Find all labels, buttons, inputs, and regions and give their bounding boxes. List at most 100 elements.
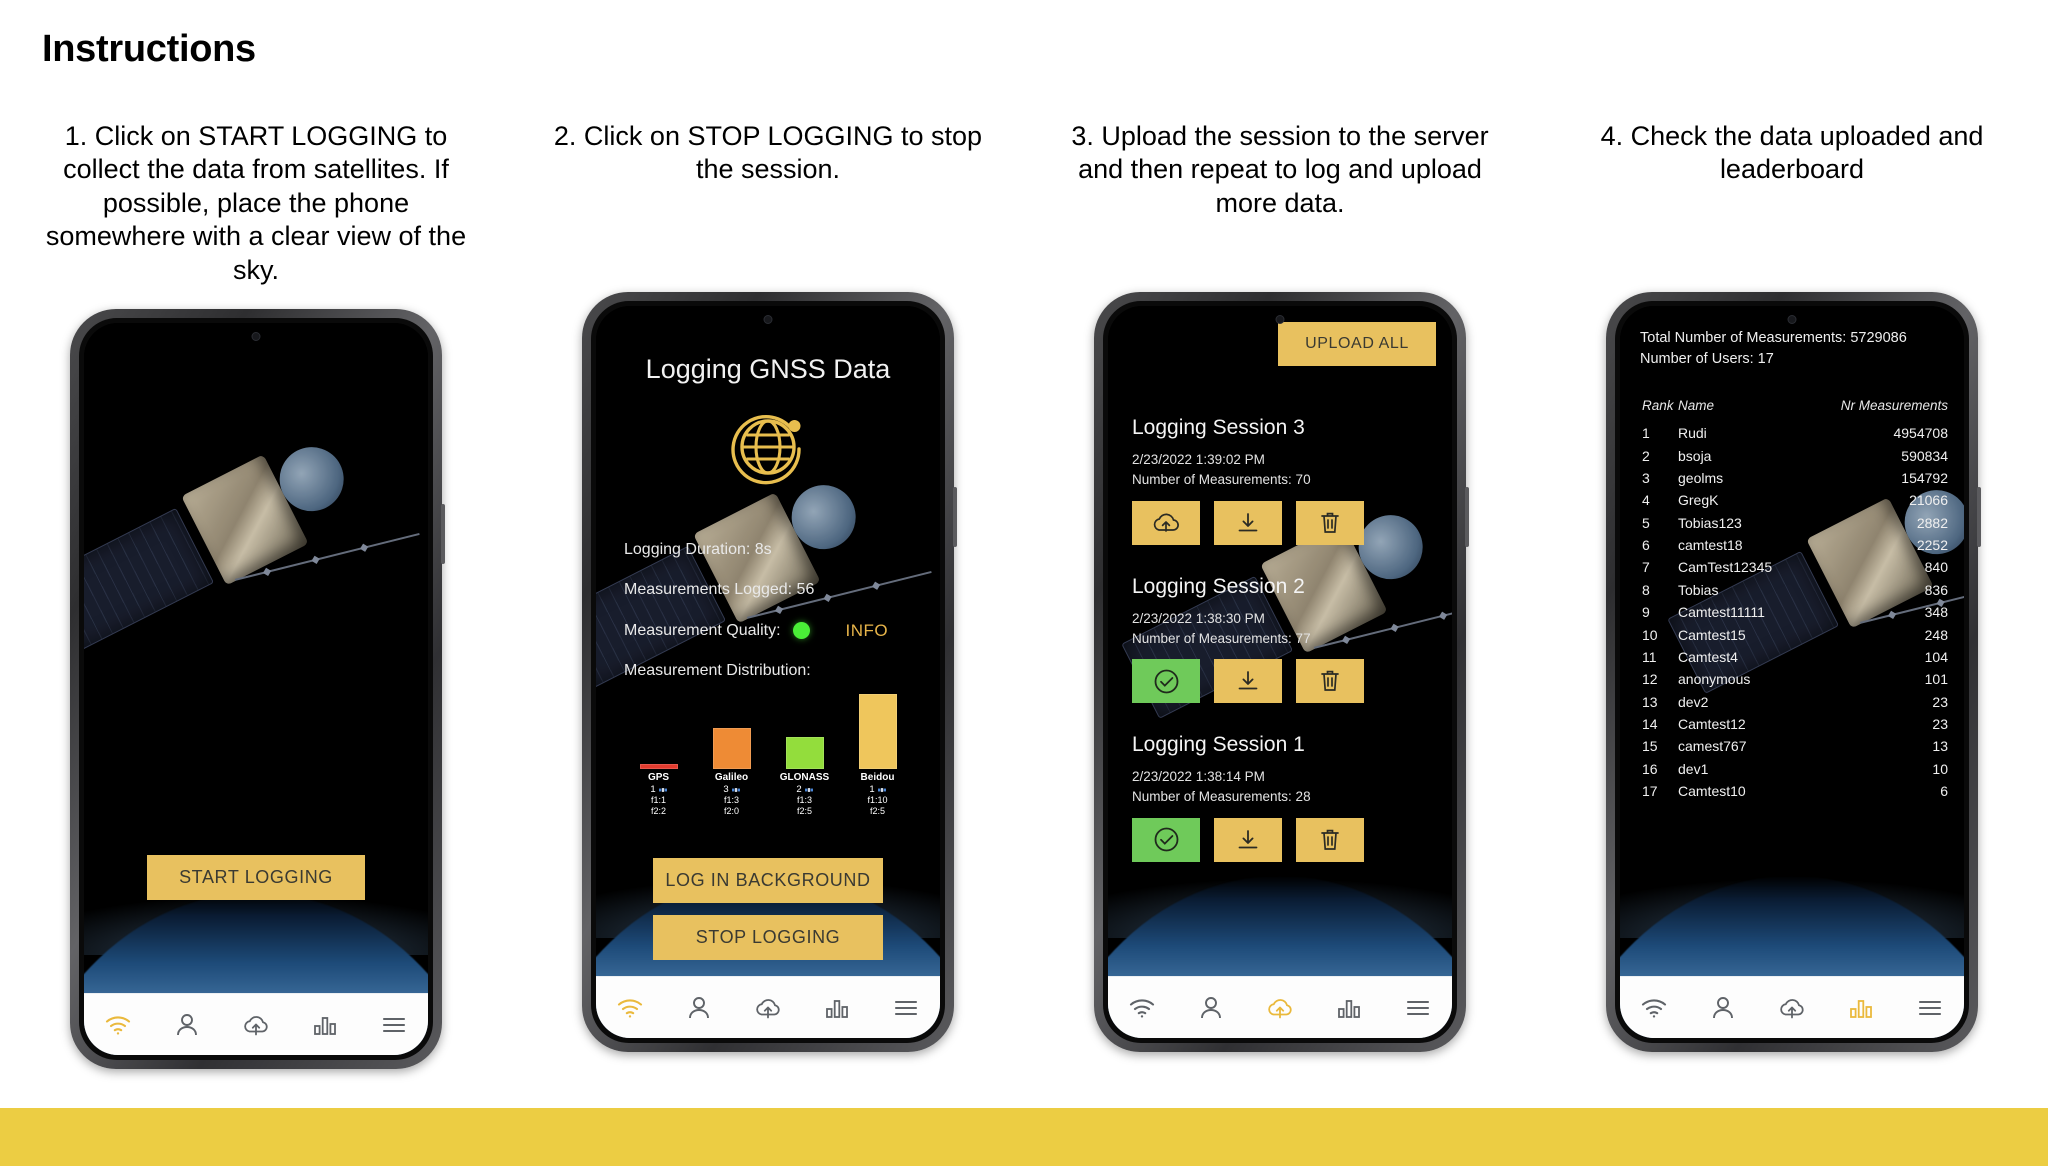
- chart-bar: [785, 737, 824, 770]
- leaderboard-row: 16 dev1 10: [1642, 758, 1948, 780]
- phone-mockup-4: Total Number of Measurements: 5729086 Nu…: [1606, 292, 1981, 1052]
- nav-menu-icon[interactable]: [1395, 988, 1441, 1028]
- chart-frequency-labels: f1:3 f2:5: [796, 795, 812, 816]
- session-title: Logging Session 3: [1132, 416, 1305, 439]
- front-camera-icon: [763, 315, 773, 324]
- chart-bar: [712, 728, 751, 770]
- logging-stats: Logging Duration: 8s Measurements Logged…: [624, 542, 888, 703]
- nav-bar-chart-icon[interactable]: [814, 988, 860, 1028]
- leaderboard-table: Rank Name Nr Measurements 1 Rudi 4954708 2 b…: [1642, 398, 1948, 802]
- leaderboard-body: 1 Rudi 4954708 2 bsoja 590834 3 geolms 154792 4 Gr…: [1642, 422, 1948, 802]
- nav-menu-icon[interactable]: [883, 988, 929, 1028]
- nav-person-icon[interactable]: [676, 988, 722, 1028]
- bottom-navigation-2: [596, 976, 940, 1038]
- session-delete-button[interactable]: [1296, 500, 1364, 545]
- leaderboard-count: 10: [1932, 760, 1948, 777]
- logging-session-item: Logging Session 3 2/23/2022 1:39:02 PM Num…: [1132, 416, 1438, 545]
- session-download-button[interactable]: [1214, 659, 1282, 703]
- measurement-distribution-chart: GPS 1 f1:1 f2:2 Galileo 3 f1:3 f2:0 GLONASS 2 f1:3…: [622, 690, 914, 816]
- chart-bar-group: Beidou 1 f1:10 f2:5: [847, 694, 909, 816]
- nav-person-icon[interactable]: [1188, 988, 1234, 1028]
- leaderboard-rank: 10: [1642, 626, 1658, 643]
- leaderboard-row: 6 camtest18 2252: [1642, 534, 1948, 556]
- session-upload-button[interactable]: [1132, 500, 1200, 545]
- session-delete-button[interactable]: [1296, 659, 1364, 703]
- phone-2-screen: Logging GNSS Data Logging Duration: 8s M…: [596, 306, 940, 1038]
- leaderboard-row: 15 camest767 13: [1642, 735, 1948, 757]
- total-measurements-label: Total Number of Measurements: 5729086: [1640, 330, 1907, 346]
- leaderboard-name: Camtest10: [1678, 783, 1746, 800]
- leaderboard-rank: 11: [1642, 648, 1657, 665]
- start-logging-button[interactable]: START LOGGING: [147, 855, 365, 901]
- leaderboard-row: 7 CamTest12345 840: [1642, 556, 1948, 578]
- nav-wifi-icon[interactable]: [607, 988, 653, 1028]
- step-4-text: 4. Check the data uploaded and leaderboa…: [1600, 121, 1984, 185]
- leaderboard-count: 840: [1924, 559, 1948, 576]
- leaderboard-rank: 16: [1642, 760, 1658, 777]
- stop-logging-button[interactable]: STOP LOGGING: [653, 915, 883, 960]
- column-header-rank: Rank: [1642, 398, 1674, 413]
- chart-bar: [858, 694, 897, 770]
- session-actions: [1132, 659, 1438, 703]
- session-download-button[interactable]: [1214, 500, 1282, 545]
- page-title: Instructions: [42, 28, 256, 70]
- globe-satellite-icon: [727, 404, 809, 491]
- nav-wifi-icon[interactable]: [1119, 988, 1165, 1028]
- chart-frequency-labels: f1:1 f2:2: [650, 795, 666, 816]
- nav-wifi-icon[interactable]: [1631, 988, 1677, 1028]
- leaderboard-name: Camtest15: [1678, 626, 1746, 643]
- instructions-page: Instructions 1. Click on START LOGGING t…: [0, 0, 2048, 1166]
- nav-bar-chart-icon[interactable]: [302, 1005, 348, 1045]
- leaderboard-name: Tobias: [1678, 581, 1719, 598]
- nav-bar-chart-icon[interactable]: [1838, 988, 1884, 1028]
- nav-cloud-upload-icon[interactable]: [233, 1005, 279, 1045]
- nav-wifi-icon[interactable]: [95, 1005, 141, 1045]
- leaderboard-count: 2882: [1916, 514, 1948, 531]
- nav-cloud-upload-icon[interactable]: [1769, 988, 1815, 1028]
- session-uploaded-check-icon[interactable]: [1132, 659, 1200, 703]
- session-uploaded-check-icon[interactable]: [1132, 817, 1200, 862]
- session-download-button[interactable]: [1214, 817, 1282, 862]
- nav-person-icon[interactable]: [1700, 988, 1746, 1028]
- phone-4-screen: Total Number of Measurements: 5729086 Nu…: [1620, 306, 1964, 1038]
- chart-bar-group: Galileo 3 f1:3 f2:0: [701, 728, 763, 816]
- leaderboard-row: 2 bsoja 590834: [1642, 444, 1948, 466]
- chart-frequency-labels: f1:3 f2:0: [723, 795, 739, 816]
- leaderboard-name: Camtest12: [1678, 716, 1746, 733]
- leaderboard-rank: 1: [1642, 425, 1650, 442]
- leaderboard-count: 23: [1932, 693, 1948, 710]
- bottom-navigation-1: [84, 993, 428, 1056]
- logging-screen-title: Logging GNSS Data: [645, 354, 891, 384]
- leaderboard-name: CamTest12345: [1678, 559, 1773, 576]
- nav-bar-chart-icon[interactable]: [1326, 988, 1372, 1028]
- leaderboard-rank: 3: [1642, 469, 1650, 486]
- leaderboard-rank: 8: [1642, 581, 1650, 598]
- session-meta: 2/23/2022 1:39:02 PM Number of Measuremen…: [1132, 452, 1311, 488]
- column-header-name: Name: [1678, 398, 1715, 413]
- leaderboard-rank: 17: [1642, 783, 1658, 800]
- chart-satellite-count: 2: [796, 784, 813, 795]
- nav-menu-icon[interactable]: [371, 1005, 417, 1045]
- leaderboard-count: 348: [1924, 604, 1948, 621]
- nav-cloud-upload-icon[interactable]: [1257, 988, 1303, 1028]
- leaderboard-count: 154792: [1901, 469, 1948, 486]
- chart-bar-label: Galileo: [714, 772, 749, 784]
- leaderboard-rank: 12: [1642, 671, 1658, 688]
- info-link[interactable]: INFO: [846, 622, 889, 639]
- nav-person-icon[interactable]: [164, 1005, 210, 1045]
- nav-menu-icon[interactable]: [1907, 988, 1953, 1028]
- log-in-background-button[interactable]: LOG IN BACKGROUND: [653, 858, 883, 903]
- leaderboard-row: 14 Camtest12 23: [1642, 713, 1948, 735]
- leaderboard-name: Tobias123: [1678, 514, 1742, 531]
- chart-satellite-count: 3: [723, 784, 740, 795]
- leaderboard-name: bsoja: [1678, 447, 1712, 464]
- chart-bar-group: GPS 1 f1:1 f2:2: [628, 764, 690, 816]
- leaderboard-rank: 6: [1642, 537, 1650, 554]
- nav-cloud-upload-icon[interactable]: [745, 988, 791, 1028]
- session-title: Logging Session 1: [1132, 733, 1305, 756]
- leaderboard-name: anonymous: [1678, 671, 1751, 688]
- upload-all-button[interactable]: UPLOAD ALL: [1278, 322, 1436, 366]
- bottom-accent-band: [0, 1108, 2048, 1166]
- session-delete-button[interactable]: [1296, 817, 1364, 862]
- step-column-2: 2. Click on STOP LOGGING to stop the ses…: [533, 120, 1003, 1069]
